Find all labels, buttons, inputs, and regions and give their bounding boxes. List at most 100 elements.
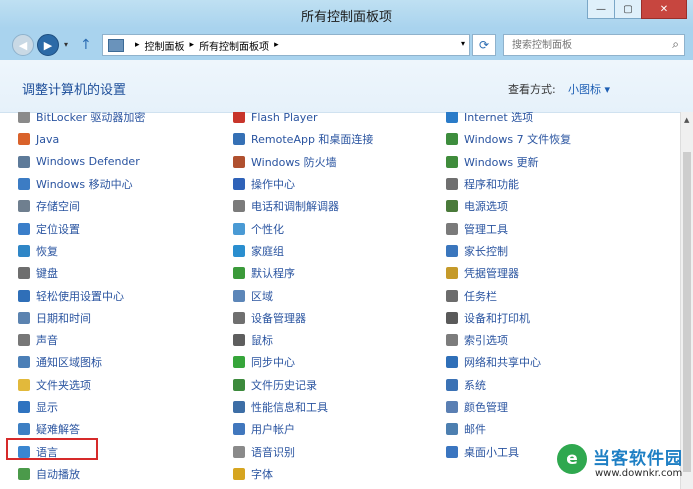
control-panel-item[interactable]: 程序和功能 [446, 173, 656, 195]
control-panel-item[interactable]: 家长控制 [446, 240, 656, 262]
item-label[interactable]: 自动播放 [36, 466, 80, 482]
control-panel-item[interactable]: 区域 [233, 284, 443, 306]
breadcrumb-all-items[interactable]: 所有控制面板项 [199, 38, 269, 53]
control-panel-item[interactable]: 用户帐户 [233, 418, 443, 440]
control-panel-item[interactable]: 索引选项 [446, 329, 656, 351]
item-label[interactable]: 定位设置 [36, 221, 80, 237]
item-label[interactable]: 索引选项 [464, 332, 508, 348]
item-label[interactable]: 默认程序 [251, 265, 295, 281]
item-label[interactable]: 操作中心 [251, 176, 295, 192]
item-label[interactable]: 设备和打印机 [464, 310, 530, 326]
item-label[interactable]: 键盘 [36, 265, 58, 281]
item-label[interactable]: 鼠标 [251, 332, 273, 348]
control-panel-item[interactable]: 通知区域图标 [18, 351, 228, 373]
item-label[interactable]: 个性化 [251, 221, 284, 237]
item-label[interactable]: 颜色管理 [464, 399, 508, 415]
control-panel-item[interactable]: Windows 7 文件恢复 [446, 128, 656, 150]
control-panel-item[interactable]: 自动播放 [18, 463, 228, 485]
item-label[interactable]: 文件夹选项 [36, 377, 91, 393]
recent-locations-icon[interactable]: ▾ [64, 40, 68, 49]
view-by-dropdown[interactable]: 小图标 ▾ [568, 81, 610, 97]
control-panel-item[interactable]: 电源选项 [446, 195, 656, 217]
control-panel-item[interactable]: 鼠标 [233, 329, 443, 351]
item-label[interactable]: 用户帐户 [251, 421, 295, 437]
control-panel-item[interactable]: Flash Player [233, 112, 443, 128]
control-panel-item[interactable]: 操作中心 [233, 173, 443, 195]
item-label[interactable]: 网络和共享中心 [464, 354, 541, 370]
item-label[interactable]: Windows 更新 [464, 154, 539, 170]
control-panel-item[interactable]: BitLocker 驱动器加密 [18, 112, 228, 128]
control-panel-item[interactable]: 文件夹选项 [18, 374, 228, 396]
item-label[interactable]: 轻松使用设置中心 [36, 288, 124, 304]
item-label[interactable]: 家庭组 [251, 243, 284, 259]
control-panel-item[interactable]: Windows 防火墙 [233, 151, 443, 173]
control-panel-item[interactable]: 电话和调制解调器 [233, 195, 443, 217]
control-panel-item[interactable]: 存储空间 [18, 195, 228, 217]
item-label[interactable]: 声音 [36, 332, 58, 348]
control-panel-item[interactable]: Windows 更新 [446, 151, 656, 173]
item-label[interactable]: BitLocker 驱动器加密 [36, 112, 145, 125]
item-label[interactable]: 任务栏 [464, 288, 497, 304]
item-label[interactable]: 显示 [36, 399, 58, 415]
item-label[interactable]: Flash Player [251, 112, 318, 124]
control-panel-item[interactable]: 家庭组 [233, 240, 443, 262]
control-panel-item[interactable]: Windows 移动中心 [18, 173, 228, 195]
breadcrumb-arrow-icon[interactable]: ▸ [190, 40, 195, 50]
item-label[interactable]: 同步中心 [251, 354, 295, 370]
search-icon[interactable]: ⌕ [672, 37, 679, 52]
control-panel-item[interactable]: 字体 [233, 463, 443, 485]
item-label[interactable]: 电源选项 [464, 198, 508, 214]
item-label[interactable]: 恢复 [36, 243, 58, 259]
item-label[interactable]: Internet 选项 [464, 112, 533, 125]
item-label[interactable]: 字体 [251, 466, 273, 482]
breadcrumb-arrow-icon[interactable]: ▸ [274, 40, 279, 50]
address-bar[interactable]: ▸ 控制面板 ▸ 所有控制面板项 ▸ ▾ [102, 34, 470, 56]
item-label[interactable]: 管理工具 [464, 221, 508, 237]
control-panel-item[interactable]: 同步中心 [233, 351, 443, 373]
item-label[interactable]: 家长控制 [464, 243, 508, 259]
item-label[interactable]: 邮件 [464, 421, 486, 437]
item-label[interactable]: 存储空间 [36, 198, 80, 214]
control-panel-item[interactable]: 凭据管理器 [446, 262, 656, 284]
control-panel-item[interactable]: Windows Defender [18, 151, 228, 173]
control-panel-item[interactable]: 邮件 [446, 418, 656, 440]
control-panel-item[interactable]: 颜色管理 [446, 396, 656, 418]
control-panel-item[interactable]: 系统 [446, 374, 656, 396]
close-button[interactable]: ✕ [641, 0, 687, 19]
control-panel-item[interactable]: 键盘 [18, 262, 228, 284]
refresh-button[interactable]: ⟳ [472, 34, 496, 56]
item-label[interactable]: 区域 [251, 288, 273, 304]
control-panel-item[interactable]: 定位设置 [18, 217, 228, 239]
control-panel-item[interactable]: 任务栏 [446, 284, 656, 306]
control-panel-item[interactable]: Internet 选项 [446, 112, 656, 128]
item-label[interactable]: 通知区域图标 [36, 354, 102, 370]
control-panel-item[interactable]: 文件历史记录 [233, 374, 443, 396]
maximize-button[interactable]: ▢ [614, 0, 642, 19]
vertical-scrollbar[interactable]: ▲ [680, 112, 693, 489]
forward-button[interactable]: ▶ [37, 34, 59, 56]
control-panel-item[interactable]: 性能信息和工具 [233, 396, 443, 418]
back-button[interactable]: ◀ [12, 34, 34, 56]
item-label[interactable]: Windows 防火墙 [251, 154, 337, 170]
control-panel-item[interactable]: 声音 [18, 329, 228, 351]
item-label[interactable]: 日期和时间 [36, 310, 91, 326]
control-panel-item[interactable]: RemoteApp 和桌面连接 [233, 128, 443, 150]
minimize-button[interactable]: — [587, 0, 615, 19]
control-panel-item[interactable]: 日期和时间 [18, 307, 228, 329]
item-label[interactable]: Windows 移动中心 [36, 176, 133, 192]
scroll-up-icon[interactable]: ▲ [684, 116, 689, 124]
scrollbar-thumb[interactable] [683, 152, 691, 472]
item-label[interactable]: Windows 7 文件恢复 [464, 131, 571, 147]
search-box[interactable]: ⌕ [503, 34, 685, 56]
breadcrumb-arrow-icon[interactable]: ▸ [135, 40, 140, 50]
control-panel-item[interactable]: 设备和打印机 [446, 307, 656, 329]
item-label[interactable]: 程序和功能 [464, 176, 519, 192]
control-panel-item[interactable]: Java [18, 128, 228, 150]
item-label[interactable]: 系统 [464, 377, 486, 393]
item-label[interactable]: Java [36, 133, 59, 146]
item-label[interactable]: RemoteApp 和桌面连接 [251, 131, 373, 147]
item-label[interactable]: 桌面小工具 [464, 444, 519, 460]
item-label[interactable]: 设备管理器 [251, 310, 306, 326]
control-panel-item[interactable]: 轻松使用设置中心 [18, 284, 228, 306]
item-label[interactable]: 语音识别 [251, 444, 295, 460]
